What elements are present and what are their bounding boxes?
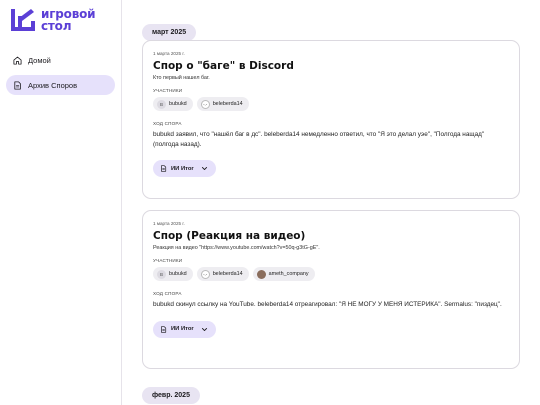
sidebar-item-label: Домой	[28, 55, 51, 65]
brand-name-line2: стол	[41, 19, 72, 33]
participant-chip[interactable]: B bubukd	[153, 97, 193, 111]
participants-list: B bubukd -.- beleberda14 ameth_company	[153, 267, 509, 281]
participant-chip[interactable]: -.- beleberda14	[196, 267, 249, 281]
dispute-card: 1 марта 2025 г. Спор (Реакция на видео) …	[142, 210, 520, 369]
dispute-story: bubukd скинул ссылку на YouTube. beleber…	[153, 301, 502, 308]
participant-name: ameth_company	[268, 271, 309, 277]
home-icon	[13, 56, 22, 65]
dispute-description: Кто первый нашел баг.	[153, 75, 210, 81]
dispute-date: 1 марта 2025 г.	[153, 221, 185, 226]
ai-summary-button[interactable]: ИИ Итог	[153, 160, 216, 177]
story-label: ХОД СПОРА	[153, 291, 182, 296]
dispute-date: 1 марта 2025 г.	[153, 51, 185, 56]
logo-icon	[11, 9, 35, 31]
dispute-story: bubukd заявил, что "нашёл баг в дс". bel…	[153, 131, 485, 148]
month-header: февр. 2025	[142, 387, 200, 404]
brand-name: игровой стол	[41, 8, 96, 33]
sidebar-item-label: Архив Споров	[28, 80, 78, 90]
participant-chip[interactable]: B bubukd	[153, 267, 193, 281]
participant-chip[interactable]: -.- beleberda14	[196, 97, 249, 111]
sidebar-item-archive[interactable]: Архив Споров	[6, 75, 115, 95]
chevron-down-icon	[201, 166, 207, 171]
brand-logo[interactable]: игровой стол	[10, 7, 96, 33]
participants-label: УЧАСТНИКИ	[153, 258, 183, 263]
avatar: B	[157, 269, 166, 279]
month-header: март 2025	[142, 24, 197, 41]
participant-chip[interactable]: ameth_company	[252, 267, 315, 281]
sidebar-item-home[interactable]: Домой	[6, 50, 115, 70]
sidebar-nav: Домой Архив Споров	[6, 50, 115, 100]
dispute-description: Реакция на видео "https://www.youtube.co…	[153, 245, 320, 251]
avatar: -.-	[200, 99, 210, 109]
document-icon	[14, 80, 21, 90]
dispute-title: Спор (Реакция на видео)	[153, 230, 306, 242]
participant-name: beleberda14	[212, 101, 243, 107]
ai-summary-button[interactable]: ИИ Итог	[153, 320, 216, 338]
sidebar: игровой стол Домой Архив Споров	[0, 0, 122, 405]
participant-name: bubukd	[169, 271, 187, 277]
avatar	[256, 269, 266, 279]
chevron-down-icon	[201, 327, 207, 331]
ai-summary-label: ИИ Итог	[171, 326, 194, 332]
participant-name: bubukd	[169, 101, 187, 107]
dispute-title: Спор о "баге" в Discord	[153, 60, 294, 72]
archive-feed[interactable]: март 2025 1 марта 2025 г. Спор о "баге" …	[122, 0, 540, 405]
document-icon	[161, 325, 167, 333]
participants-list: B bubukd -.- beleberda14	[153, 97, 509, 111]
document-icon	[161, 165, 167, 172]
participant-name: beleberda14	[212, 271, 243, 277]
story-label: ХОД СПОРА	[153, 121, 182, 126]
participants-label: УЧАСТНИКИ	[153, 88, 183, 93]
avatar: -.-	[200, 269, 210, 279]
ai-summary-label: ИИ Итог	[171, 165, 194, 172]
dispute-card: 1 марта 2025 г. Спор о "баге" в Discord …	[142, 40, 520, 199]
avatar: B	[157, 99, 166, 109]
